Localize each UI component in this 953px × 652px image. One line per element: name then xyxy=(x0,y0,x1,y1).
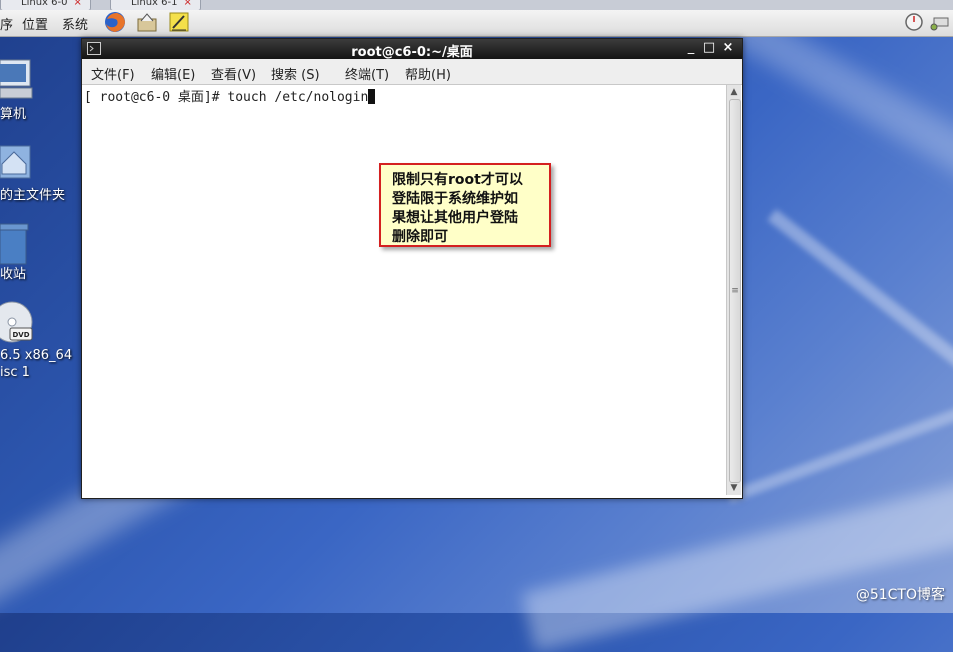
desktop-icon-label: 的主文件夹 xyxy=(0,188,66,203)
annotation-callout: 限制只有root才可以 登陆限于系统维护如 果想让其他用户登陆 删除即可 xyxy=(379,163,551,247)
shell-prompt: [ root@c6-0 桌面]# xyxy=(84,90,228,105)
home-folder-icon[interactable] xyxy=(0,140,32,182)
minimize-button[interactable]: _ xyxy=(684,40,698,55)
menu-file[interactable]: 文件(F) xyxy=(91,64,135,83)
mail-icon[interactable] xyxy=(136,11,158,33)
scroll-up-arrow-icon[interactable]: ▲ xyxy=(727,85,741,99)
shell-command: touch /etc/nologin xyxy=(227,90,369,105)
watermark: @51CTO博客 xyxy=(855,587,945,603)
annotation-line: 限制只有root才可以 xyxy=(392,172,523,188)
network-icon[interactable] xyxy=(930,12,950,32)
panel-menu-applications[interactable]: 序 xyxy=(0,14,13,33)
dvd-icon[interactable]: DVD xyxy=(0,300,34,346)
vm-tab-label: Linux 6-1 xyxy=(131,0,178,8)
clock-icon[interactable] xyxy=(904,12,924,32)
menu-edit[interactable]: 编辑(E) xyxy=(151,64,195,83)
panel-menu-places[interactable]: 位置 xyxy=(22,14,48,33)
terminal-window: root@c6-0:~/桌面 _ □ × 文件(F) 编辑(E) 查看(V) 搜… xyxy=(81,38,743,499)
desktop-icon-label: 算机 xyxy=(0,107,27,122)
dvd-badge: DVD xyxy=(12,331,29,339)
terminal-output[interactable]: [ root@c6-0 桌面]# touch /etc/nologin xyxy=(83,85,725,495)
vm-tab-label: Linux 6-0 xyxy=(21,0,68,8)
desktop-icon-label: 6.5 x86_64 isc 1 xyxy=(0,348,73,380)
scroll-down-arrow-icon[interactable]: ▼ xyxy=(727,481,741,495)
computer-icon[interactable] xyxy=(0,56,34,104)
vertical-scrollbar[interactable]: ▲ ≡ ▼ xyxy=(726,85,741,495)
scroll-grip-icon: ≡ xyxy=(731,286,739,296)
menu-terminal[interactable]: 终端(T) xyxy=(345,64,389,83)
trash-icon[interactable] xyxy=(0,220,30,266)
annotation-line: 果想让其他用户登陆 xyxy=(392,210,518,226)
annotation-line: 删除即可 xyxy=(392,229,448,245)
text-editor-icon[interactable] xyxy=(168,11,190,33)
maximize-button[interactable]: □ xyxy=(702,40,716,55)
window-title: root@c6-0:~/桌面 xyxy=(351,45,473,60)
text-cursor xyxy=(368,89,376,104)
close-icon[interactable]: × xyxy=(73,0,81,8)
panel-menu-system[interactable]: 系统 xyxy=(62,14,88,33)
terminal-menubar: 文件(F) 编辑(E) 查看(V) 搜索 (S) 终端(T) 帮助(H) xyxy=(82,59,742,85)
menu-view[interactable]: 查看(V) xyxy=(211,64,256,83)
firefox-icon[interactable] xyxy=(104,11,126,33)
annotation-line: 登陆限于系统维护如 xyxy=(392,191,518,207)
terminal-line: [ root@c6-0 桌面]# touch /etc/nologin xyxy=(84,86,376,105)
window-titlebar[interactable]: root@c6-0:~/桌面 _ □ × xyxy=(82,39,742,60)
scrollbar-thumb[interactable]: ≡ xyxy=(729,99,741,483)
menu-search[interactable]: 搜索 (S) xyxy=(271,64,320,83)
menu-help[interactable]: 帮助(H) xyxy=(405,64,451,83)
desktop-icon-label: 收站 xyxy=(0,267,27,282)
close-button[interactable]: × xyxy=(721,40,735,55)
close-icon[interactable]: × xyxy=(183,0,191,8)
top-panel: 序 位置 系统 xyxy=(0,10,953,37)
